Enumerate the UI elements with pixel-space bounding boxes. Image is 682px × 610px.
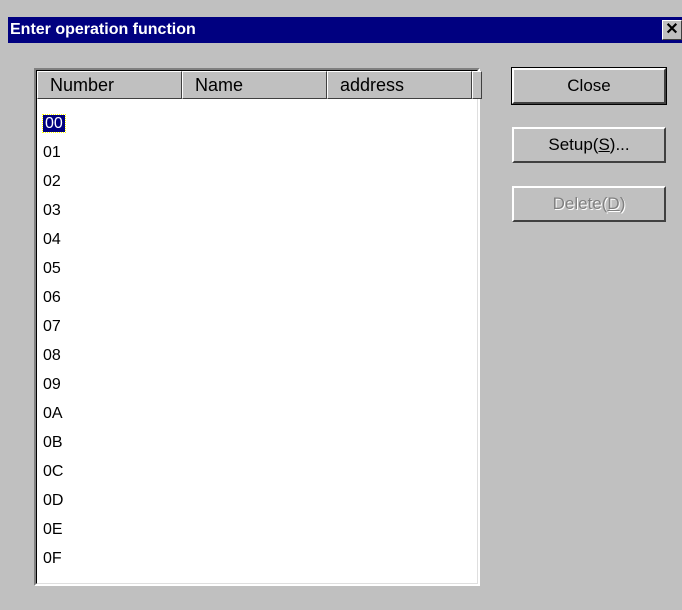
list-item[interactable]: 0E: [41, 515, 65, 544]
list-item-number: 00: [42, 114, 66, 133]
close-icon[interactable]: ✕: [662, 20, 682, 40]
list-item[interactable]: 0D: [41, 486, 65, 515]
list-item-number: 09: [43, 376, 61, 393]
list-item[interactable]: 09: [41, 370, 65, 399]
list-item[interactable]: 02: [41, 167, 65, 196]
list-item-number: 0E: [43, 521, 63, 538]
column-header-number[interactable]: Number: [37, 71, 182, 99]
list-item[interactable]: 05: [41, 254, 65, 283]
list-item[interactable]: 0C: [41, 457, 65, 486]
column-header-name[interactable]: Name: [182, 71, 327, 99]
list-item[interactable]: 08: [41, 341, 65, 370]
list-item-number: 02: [43, 173, 61, 190]
list-item-number: 08: [43, 347, 61, 364]
list-item-number: 04: [43, 231, 61, 248]
list-item[interactable]: 07: [41, 312, 65, 341]
list-item-number: 05: [43, 260, 61, 277]
dialog-window: Enter operation function ✕ Number Name a…: [0, 0, 682, 610]
list-item-number: 01: [43, 144, 61, 161]
list-item-number: 0B: [43, 434, 63, 451]
setup-button[interactable]: Setup(S)...: [512, 127, 666, 163]
close-button[interactable]: Close: [511, 67, 667, 105]
list-item-number: 07: [43, 318, 61, 335]
list-item[interactable]: 06: [41, 283, 65, 312]
column-header-address[interactable]: address: [327, 71, 472, 99]
list-rows: 00 01 02 03 04 05 06 07 08 09 0A 0B 0C 0D 0E 0F: [41, 109, 66, 573]
list-frame: Number Name address 00 01 02 03 04 05 06 07 08 09…: [36, 70, 482, 584]
list-item[interactable]: 0A: [41, 399, 65, 428]
list-item-number: 0F: [43, 550, 62, 567]
list-item[interactable]: 0F: [41, 544, 65, 573]
list-header: Number Name address: [37, 71, 482, 101]
list-item[interactable]: 04: [41, 225, 65, 254]
list-item-number: 0C: [43, 463, 64, 480]
list-item-number: 03: [43, 202, 61, 219]
list-item[interactable]: 01: [41, 138, 65, 167]
delete-button[interactable]: Delete(D): [512, 186, 666, 222]
column-header-filler: [472, 71, 482, 99]
list-item[interactable]: 00: [41, 109, 66, 138]
list-item[interactable]: 0B: [41, 428, 65, 457]
window-title: Enter operation function: [10, 21, 196, 38]
function-list[interactable]: Number Name address 00 01 02 03 04 05 06 07 08 09…: [34, 68, 482, 586]
list-item-number: 06: [43, 289, 61, 306]
list-item[interactable]: 03: [41, 196, 65, 225]
list-item-number: 0A: [43, 405, 63, 422]
list-item-number: 0D: [43, 492, 64, 509]
title-bar[interactable]: Enter operation function ✕: [8, 17, 682, 43]
